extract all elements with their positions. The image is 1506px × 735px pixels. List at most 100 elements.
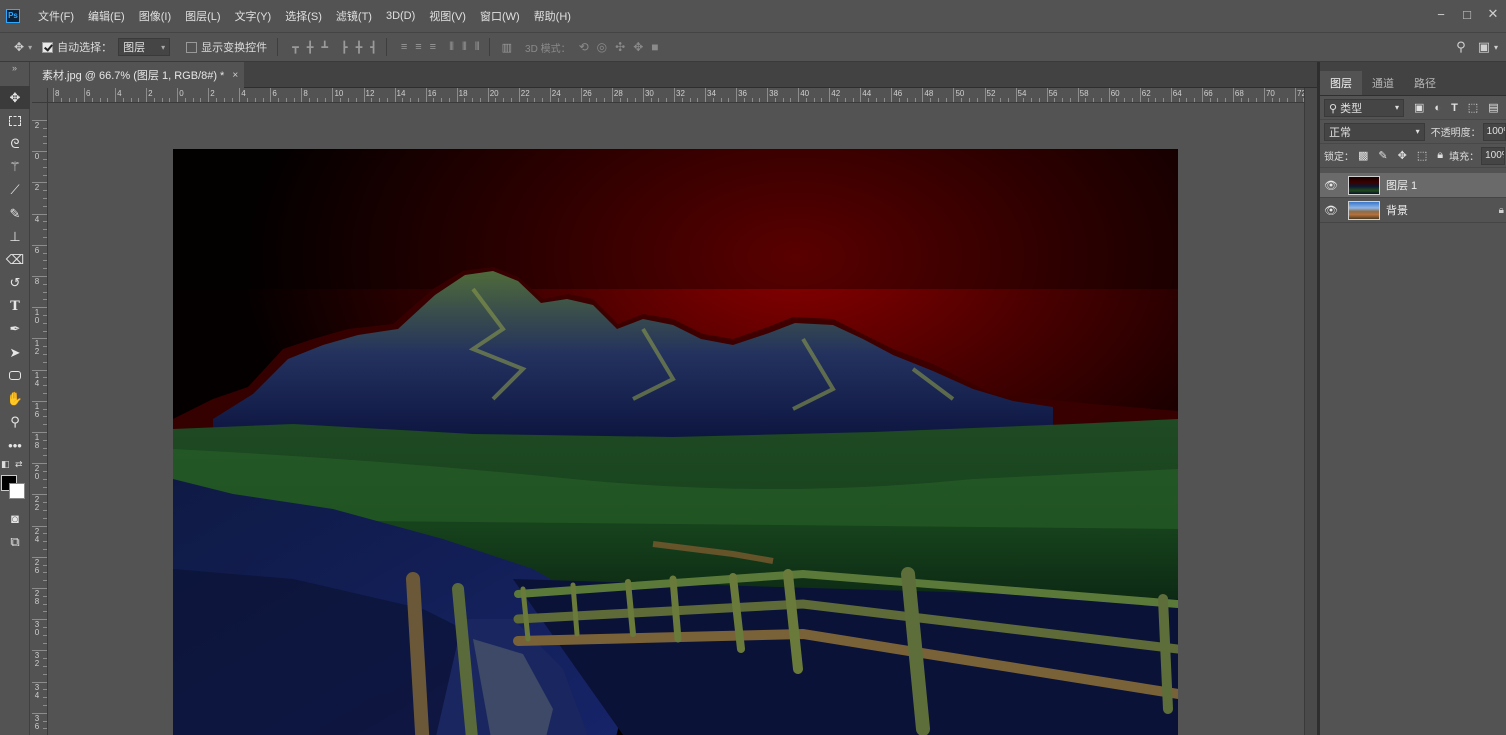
auto-align-icon[interactable]: ▥ [502, 41, 512, 54]
minimize-button[interactable]: − [1428, 7, 1454, 22]
ruler-tick [239, 88, 241, 102]
eye-icon[interactable]: 👁︎ [1320, 204, 1342, 217]
menu-3d[interactable]: 3D(D) [386, 10, 415, 22]
workspace-icon[interactable]: ▣ [1478, 39, 1490, 55]
marquee-tool-icon[interactable] [0, 109, 30, 132]
align-right-icon[interactable]: ┫ [370, 41, 377, 54]
3d-roll-icon[interactable]: ◎ [597, 40, 607, 54]
filter-type-icon[interactable]: T [1451, 102, 1458, 114]
align-top-icon[interactable]: ┳ [292, 41, 299, 54]
distribute-bottom-icon[interactable]: ≡ [430, 41, 437, 53]
screen-mode-icon[interactable]: ⧉ [0, 530, 30, 553]
filter-smart-object-icon[interactable]: ▤ [1488, 101, 1498, 114]
quick-mask-icon[interactable]: ◙ [0, 507, 30, 530]
tab-layers[interactable]: 图层 [1320, 71, 1362, 95]
stamp-tool-icon[interactable]: ⊥ [0, 225, 30, 248]
layer-filter-dropdown[interactable]: ⚲ 类型 ▾ [1324, 98, 1404, 117]
distribute-vcenter-icon[interactable]: ≡ [415, 41, 422, 53]
align-vcenter-icon[interactable]: ╋ [307, 41, 314, 54]
3d-slide-icon[interactable]: ✥ [633, 40, 643, 54]
ruler-minor-tick [43, 642, 47, 644]
chevron-down-icon[interactable]: ▾ [28, 43, 32, 52]
canvas-area[interactable] [48, 103, 1304, 735]
swap-colors-icon[interactable]: ⇄ [15, 459, 23, 470]
close-button[interactable]: ✕ [1480, 6, 1506, 22]
3d-orbit-icon[interactable]: ⟲ [579, 40, 589, 54]
3d-drag-icon[interactable]: ✣ [615, 40, 625, 54]
ruler-minor-tick [43, 447, 47, 449]
layer-row[interactable]: 👁︎ 背景 🔒︎ [1320, 198, 1506, 223]
default-colors-icon[interactable]: ◧ [1, 459, 10, 470]
blend-mode-dropdown[interactable]: 正常 ▾ [1324, 122, 1425, 141]
layer-row[interactable]: 👁︎ 图层 1 [1320, 173, 1506, 198]
document-image[interactable] [173, 149, 1178, 735]
menu-layer[interactable]: 图层(L) [185, 8, 220, 24]
opacity-input[interactable]: 100% [1482, 122, 1506, 141]
photoshop-logo[interactable]: Ps [6, 9, 20, 23]
distribute-right-icon[interactable]: ⦀ [475, 41, 480, 54]
vertical-ruler[interactable]: 2 0 2 4 6 8 10 12 14 16 18 20 22 24 26 28 30 32 34 36 [32, 103, 48, 735]
lock-position-icon[interactable]: ✥ [1398, 149, 1407, 162]
type-tool-icon[interactable]: T [0, 295, 30, 318]
lasso-tool-icon[interactable]: ᘓ [0, 132, 30, 155]
restore-button[interactable]: □ [1454, 7, 1480, 22]
distribute-top-icon[interactable]: ≡ [401, 41, 408, 53]
fill-input[interactable]: 100% [1481, 146, 1506, 165]
close-icon[interactable]: × [232, 70, 238, 81]
align-left-icon[interactable]: ┣ [341, 41, 348, 54]
ruler-origin[interactable] [32, 88, 48, 103]
ruler-tick [891, 88, 893, 102]
shape-tool-icon[interactable] [0, 364, 30, 387]
menu-select[interactable]: 选择(S) [285, 8, 322, 24]
ruler-minor-tick [937, 98, 939, 102]
menu-image[interactable]: 图像(I) [139, 8, 171, 24]
path-select-tool-icon[interactable]: ➤ [0, 341, 30, 364]
horizontal-ruler[interactable]: 8 6 4 2 0 2 4 6 8 10 12 14 16 18 20 22 24 26 28 30 32 34 36 38 4… [48, 88, 1304, 103]
menu-file[interactable]: 文件(F) [38, 8, 74, 24]
menu-type[interactable]: 文字(Y) [235, 8, 272, 24]
background-color-swatch[interactable] [9, 483, 25, 499]
filter-pixel-icon[interactable]: ▣ [1414, 101, 1424, 114]
3d-scale-icon[interactable]: ■ [651, 40, 658, 54]
lock-transparent-icon[interactable]: ▩ [1358, 149, 1368, 162]
brush-tool-icon[interactable]: ✎ [0, 202, 30, 225]
filter-shape-icon[interactable]: ⬚ [1468, 101, 1478, 114]
auto-select-dropdown[interactable]: 图层 ▾ [118, 38, 171, 56]
history-brush-tool-icon[interactable]: ↺ [0, 272, 30, 295]
vertical-scrollbar[interactable] [1304, 88, 1317, 735]
menu-edit[interactable]: 编辑(E) [88, 8, 125, 24]
menu-help[interactable]: 帮助(H) [534, 8, 571, 24]
eraser-tool-icon[interactable]: ⌫ [0, 248, 30, 271]
show-transform-checkbox[interactable] [186, 41, 198, 53]
eyedropper-tool-icon[interactable]: ⟋ [0, 179, 30, 202]
move-tool-icon[interactable]: ✥ [0, 86, 30, 110]
ruler-minor-tick [43, 439, 47, 441]
distribute-hcenter-icon[interactable]: ⦀ [462, 41, 467, 54]
menu-view[interactable]: 视图(V) [429, 8, 466, 24]
magic-wand-tool-icon[interactable]: ⚚ [0, 156, 30, 179]
more-tools-icon[interactable]: ••• [0, 434, 30, 457]
lock-image-icon[interactable]: ✎ [1378, 149, 1387, 162]
lock-artboard-icon[interactable]: ⬚ [1417, 149, 1427, 162]
search-icon[interactable]: ⚲ [1456, 39, 1466, 55]
move-icon[interactable]: ✥ [14, 40, 24, 54]
hand-tool-icon[interactable]: ✋ [0, 387, 30, 410]
tab-paths[interactable]: 路径 [1404, 71, 1446, 95]
collapse-icon[interactable]: » [0, 62, 29, 86]
filter-adjustment-icon[interactable]: ◐ [1434, 102, 1441, 114]
zoom-tool-icon[interactable]: ⚲ [0, 411, 30, 434]
menu-window[interactable]: 窗口(W) [480, 8, 520, 24]
pen-tool-icon[interactable]: ✒ [0, 318, 30, 341]
eye-icon[interactable]: 👁︎ [1320, 179, 1342, 192]
ruler-tick [1108, 88, 1110, 102]
tab-channels[interactable]: 通道 [1362, 71, 1404, 95]
menu-filter[interactable]: 滤镜(T) [336, 8, 372, 24]
align-hcenter-icon[interactable]: ╋ [356, 41, 363, 54]
chevron-down-icon[interactable]: ▾ [1494, 43, 1498, 52]
document-tab[interactable]: 素材.jpg @ 66.7% (图层 1, RGB/8#) * × [32, 62, 244, 88]
distribute-left-icon[interactable]: ⦀ [449, 41, 454, 54]
auto-select-checkbox[interactable] [42, 41, 54, 53]
ruler-minor-tick [1038, 98, 1040, 102]
lock-all-icon[interactable]: 🔒︎ [1437, 149, 1443, 162]
align-bottom-icon[interactable]: ┻ [321, 41, 328, 54]
